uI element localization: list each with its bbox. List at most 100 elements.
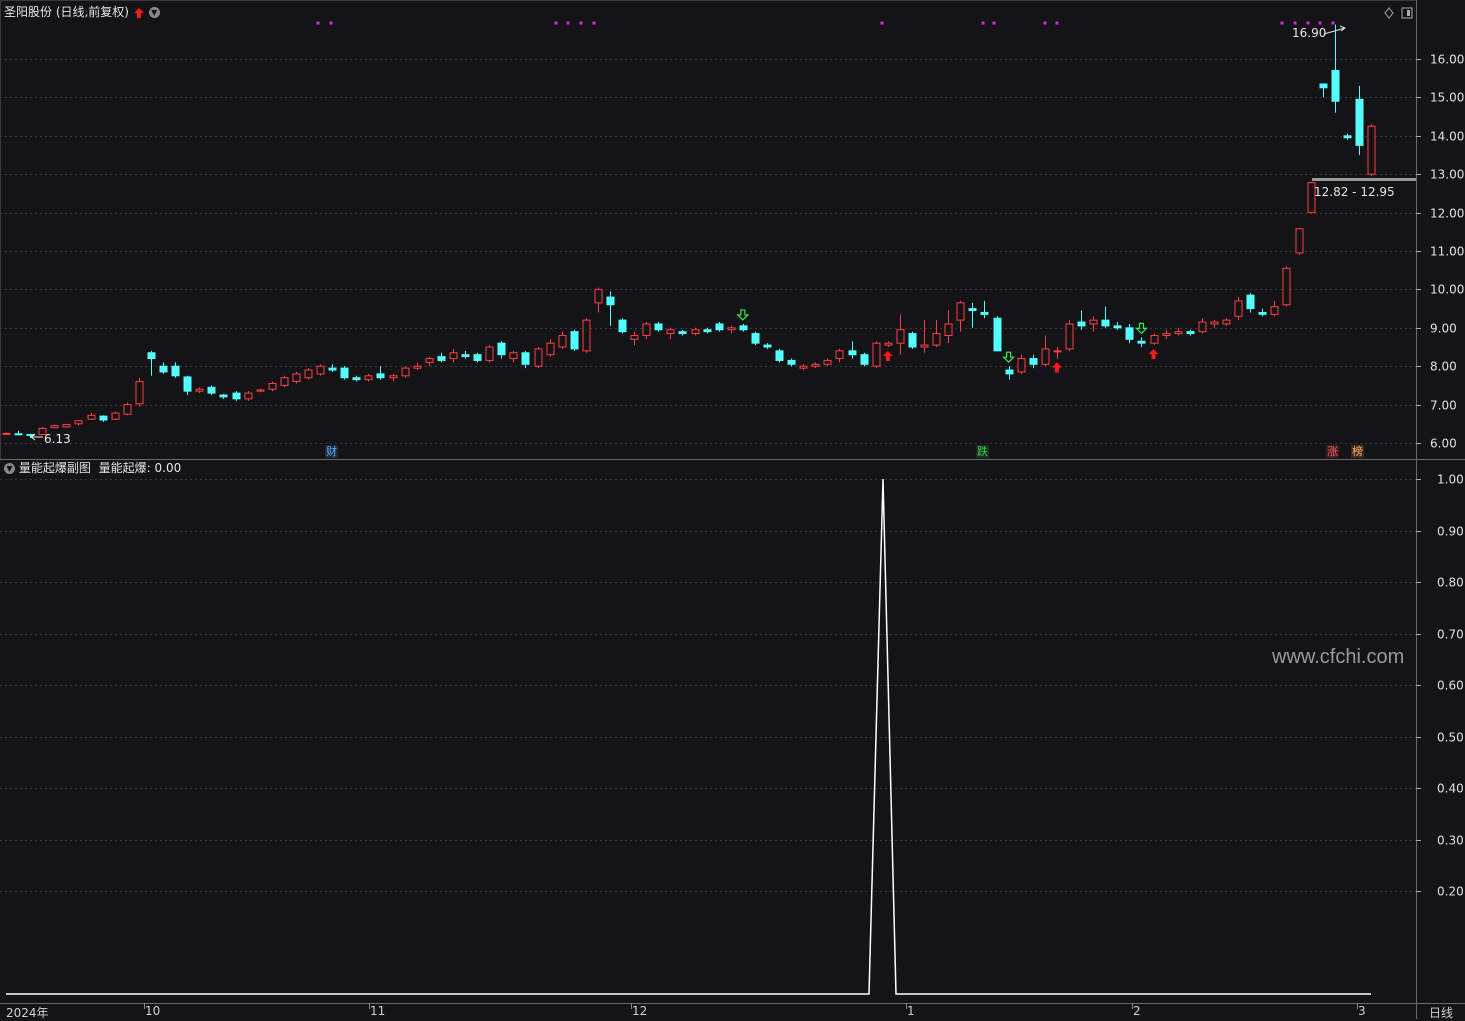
candle-down[interactable] <box>860 354 869 365</box>
candle-up[interactable] <box>2 432 11 435</box>
candle-up[interactable] <box>50 425 59 429</box>
candle-down[interactable] <box>606 296 615 306</box>
candle-down[interactable] <box>328 367 337 371</box>
candle-up[interactable] <box>1053 350 1062 353</box>
candle-down[interactable] <box>147 352 156 360</box>
candle-down[interactable] <box>497 342 506 356</box>
candle-up[interactable] <box>316 365 325 375</box>
candle-up[interactable] <box>1065 323 1074 350</box>
candle-up[interactable] <box>74 420 83 425</box>
candle-down[interactable] <box>968 308 977 312</box>
candle-down[interactable] <box>787 359 796 365</box>
candle-down[interactable] <box>521 352 530 365</box>
candle-down[interactable] <box>618 319 627 333</box>
candle-up[interactable] <box>195 388 204 392</box>
event-tag-bang[interactable]: 榜 <box>1351 445 1364 458</box>
candle-up[interactable] <box>884 342 893 346</box>
candle-up[interactable] <box>811 363 820 367</box>
candle-up[interactable] <box>835 350 844 360</box>
candle-up[interactable] <box>1162 333 1171 336</box>
candle-down[interactable] <box>171 365 180 377</box>
candle-up[interactable] <box>920 344 929 348</box>
candle-up[interactable] <box>1210 321 1219 325</box>
candle-down[interactable] <box>980 311 989 315</box>
candle-down[interactable] <box>908 333 917 348</box>
chevron-down-icon[interactable]: ▼ <box>148 7 160 18</box>
candle-down[interactable] <box>654 323 663 331</box>
candle-up[interactable] <box>691 329 700 335</box>
candle-up[interactable] <box>799 365 808 369</box>
candle-up[interactable] <box>1270 306 1279 315</box>
candle-down[interactable] <box>1355 98 1364 146</box>
candle-down[interactable] <box>340 367 349 379</box>
candle-down[interactable] <box>1101 319 1110 327</box>
candle-up[interactable] <box>268 382 277 390</box>
candle-down[interactable] <box>1246 294 1255 310</box>
candle-up[interactable] <box>1234 300 1243 317</box>
candle-up[interactable] <box>413 365 422 369</box>
candle-down[interactable] <box>437 356 446 361</box>
candle-down[interactable] <box>1113 325 1122 329</box>
candle-up[interactable] <box>1150 334 1159 344</box>
candle-up[interactable] <box>449 352 458 360</box>
candle-up[interactable] <box>389 375 398 379</box>
candle-up[interactable] <box>823 359 832 365</box>
candle-up[interactable] <box>594 288 603 304</box>
candle-down[interactable] <box>1319 83 1328 89</box>
candle-up[interactable] <box>401 367 410 377</box>
candle-up[interactable] <box>1367 125 1376 175</box>
candle-up[interactable] <box>1017 358 1026 373</box>
candle-up[interactable] <box>558 334 567 348</box>
candle-up[interactable] <box>364 375 373 381</box>
candle-down[interactable] <box>570 331 579 350</box>
candle-down[interactable] <box>1125 327 1134 340</box>
candle-down[interactable] <box>703 329 712 333</box>
candle-down[interactable] <box>1258 311 1267 315</box>
candle-up[interactable] <box>87 414 96 420</box>
candle-up[interactable] <box>1174 331 1183 335</box>
event-tag-die[interactable]: 跌 <box>976 445 989 458</box>
candle-up[interactable] <box>135 381 144 405</box>
candle-up[interactable] <box>509 352 518 360</box>
candle-up[interactable] <box>1041 348 1050 365</box>
candle-up[interactable] <box>244 392 253 400</box>
candle-up[interactable] <box>123 404 132 415</box>
candle-up[interactable] <box>304 369 313 379</box>
candle-up[interactable] <box>62 424 71 428</box>
candle-up[interactable] <box>546 342 555 356</box>
candle-up[interactable] <box>727 327 736 331</box>
candle-up[interactable] <box>944 323 953 336</box>
candle-down[interactable] <box>678 331 687 335</box>
candle-down[interactable] <box>1029 358 1038 365</box>
candle-down[interactable] <box>183 376 192 392</box>
candle-up[interactable] <box>1198 321 1207 333</box>
candle-up[interactable] <box>956 302 965 321</box>
candle-down[interactable] <box>1005 369 1014 375</box>
candle-down[interactable] <box>763 344 772 348</box>
candle-up[interactable] <box>256 389 265 392</box>
candle-down[interactable] <box>232 392 241 400</box>
candle-down[interactable] <box>1077 321 1086 327</box>
candle-down[interactable] <box>461 354 470 358</box>
candle-down[interactable] <box>751 333 760 344</box>
candle-down[interactable] <box>14 433 23 436</box>
event-tag-cai[interactable]: 财 <box>325 445 338 458</box>
candle-down[interactable] <box>219 394 228 398</box>
candle-up[interactable] <box>1295 228 1304 254</box>
diamond-icon[interactable] <box>1384 7 1394 19</box>
chevron-down-icon[interactable]: ▼ <box>4 463 15 474</box>
candle-up[interactable] <box>1282 267 1291 306</box>
candle-down[interactable] <box>376 373 385 379</box>
candle-down[interactable] <box>1137 340 1146 344</box>
candle-up[interactable] <box>666 329 675 335</box>
candle-down[interactable] <box>1331 70 1340 102</box>
candle-up[interactable] <box>1222 319 1231 325</box>
candle-up[interactable] <box>630 334 639 340</box>
candle-up[interactable] <box>642 323 651 336</box>
event-tag-zhang[interactable]: 涨 <box>1326 445 1339 458</box>
candle-up[interactable] <box>534 348 543 367</box>
candle-up[interactable] <box>485 346 494 361</box>
candle-up[interactable] <box>872 342 881 367</box>
candle-down[interactable] <box>739 325 748 331</box>
candle-up[interactable] <box>932 333 941 346</box>
